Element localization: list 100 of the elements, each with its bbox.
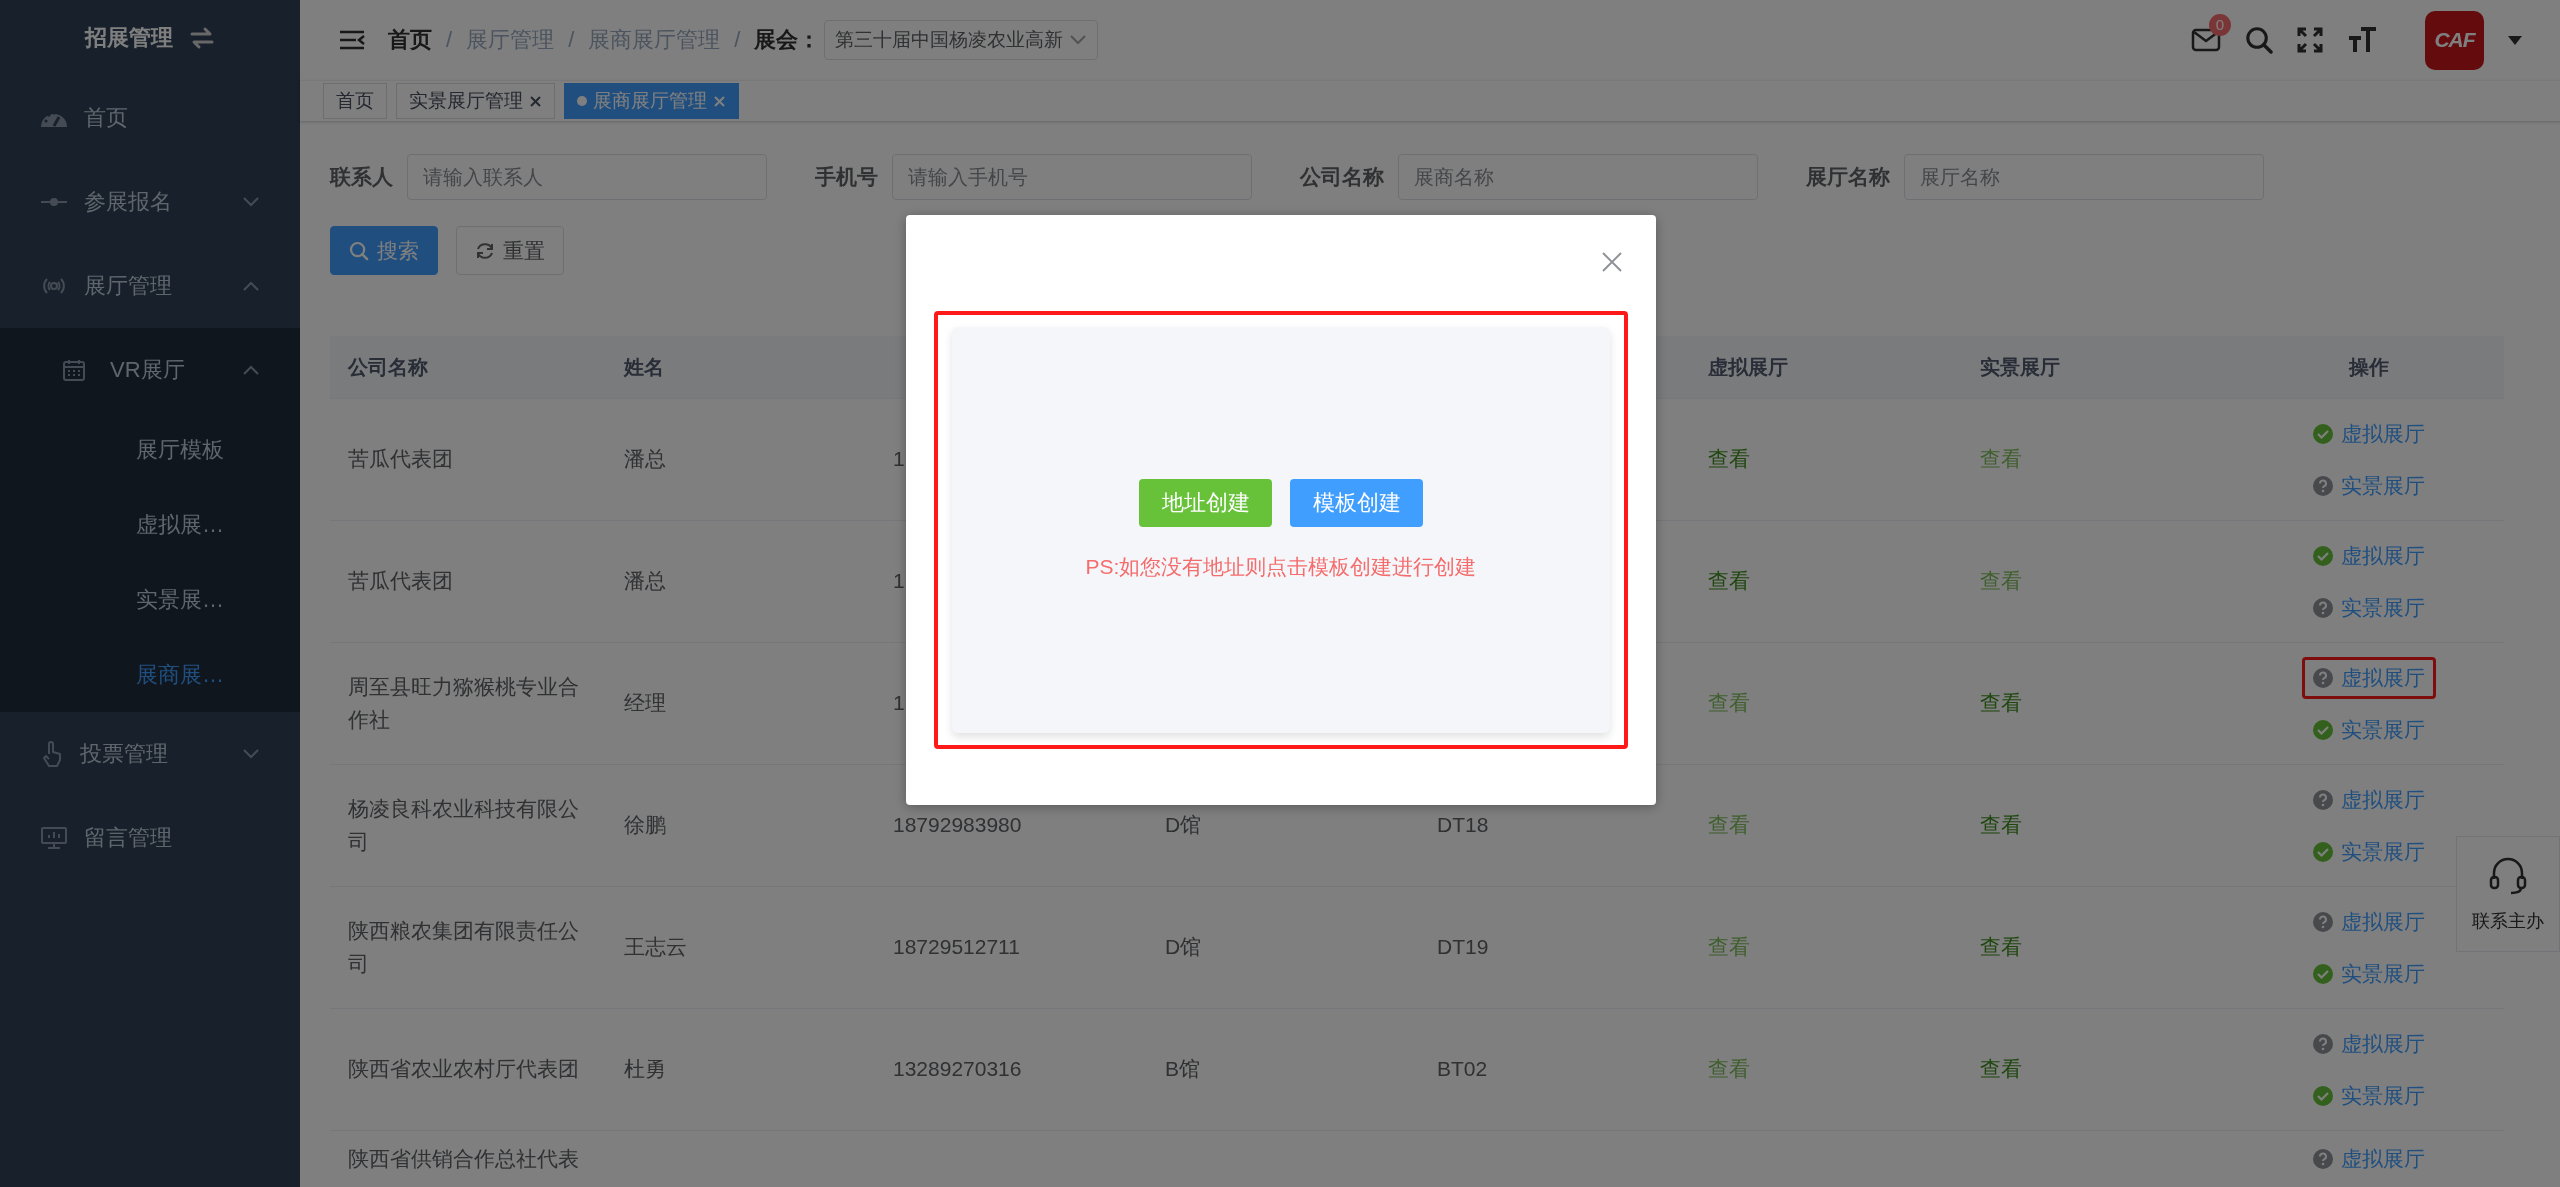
menu-item[interactable]: 展厅管理 <box>0 244 300 328</box>
mail-icon[interactable] <box>2191 28 2221 52</box>
action-link[interactable]: 虚拟展厅 <box>2302 656 2436 699</box>
view-link[interactable]: 查看 <box>1980 809 2022 842</box>
action-link[interactable]: 虚拟展厅 <box>2302 412 2436 455</box>
table-cell-text: 1 <box>893 690 905 717</box>
fullscreen-icon[interactable] <box>2297 27 2323 53</box>
table-cell-text: 1 <box>893 568 905 595</box>
active-dot-icon <box>577 96 587 106</box>
table-cell-text: D馆 <box>1165 934 1202 961</box>
menu-item[interactable]: 展厅模板 <box>0 412 300 487</box>
input-field[interactable]: 请输入联系人 <box>407 154 767 200</box>
action-link[interactable]: 虚拟展厅 <box>2302 900 2436 943</box>
action-link[interactable]: 虚拟展厅 <box>2302 1022 2436 1065</box>
tab[interactable]: 实景展厅管理 <box>396 83 555 119</box>
table-cell-text: 杨凌良科农业科技有限公司 <box>348 795 580 855</box>
view-link[interactable]: 查看 <box>1980 443 2022 476</box>
swap-icon <box>189 26 215 50</box>
input-field[interactable]: 展厅名称 <box>1904 154 2264 200</box>
table-cell-text: 1 <box>893 446 905 473</box>
dot-line-icon <box>40 196 68 208</box>
calendar-icon <box>62 358 86 382</box>
event-select[interactable]: 第三十届中国杨凌农业高新 <box>824 20 1099 60</box>
view-link[interactable]: 查看 <box>1708 809 1750 842</box>
action-link[interactable]: 实景展厅 <box>2302 830 2436 873</box>
close-icon[interactable] <box>529 94 542 108</box>
view-link[interactable]: 查看 <box>1980 565 2022 598</box>
menu-item[interactable]: 虚拟展… <box>0 487 300 562</box>
menu-item[interactable]: 参展报名 <box>0 160 300 244</box>
view-link[interactable]: 查看 <box>1708 443 1750 476</box>
column-header: 虚拟展厅 <box>1707 354 1789 380</box>
field-label: 手机号 <box>815 164 878 190</box>
chevron-down-icon <box>1069 34 1088 46</box>
table-cell-text: 潘总 <box>624 568 666 595</box>
breadcrumb-link[interactable]: 首页 <box>388 25 432 55</box>
search-button[interactable]: 搜索 <box>330 226 438 275</box>
field-label: 联系人 <box>330 164 393 190</box>
tab[interactable]: 展商展厅管理 <box>564 83 739 119</box>
action-link[interactable]: 实景展厅 <box>2302 464 2436 507</box>
column-header: 实景展厅 <box>1979 354 2061 380</box>
table-cell-text: 陕西省农业农村厅代表团 <box>348 1056 579 1083</box>
avatar-logo[interactable]: CAF <box>2425 10 2484 70</box>
table-cell-text: 苦瓜代表团 <box>348 568 453 595</box>
table-cell-text: 经理 <box>624 690 666 717</box>
input-field[interactable]: 展商名称 <box>1398 154 1758 200</box>
menu-item[interactable]: 留言管理 <box>0 796 300 880</box>
table-cell-text: DT18 <box>1437 812 1489 839</box>
tab[interactable]: 首页 <box>323 83 387 119</box>
action-link[interactable]: 虚拟展厅 <box>2302 778 2436 821</box>
action-link[interactable]: 虚拟展厅 <box>2302 534 2436 577</box>
view-link[interactable]: 查看 <box>1980 931 2022 964</box>
breadcrumb-separator: / <box>446 27 453 53</box>
search-icon <box>349 240 369 261</box>
create-button[interactable]: 地址创建 <box>1139 479 1272 527</box>
font-size-icon[interactable] <box>2347 26 2377 54</box>
column-header: 公司名称 <box>346 354 429 380</box>
reset-button[interactable]: 重置 <box>456 226 564 275</box>
menu-item[interactable]: 展商展… <box>0 637 300 712</box>
menu-item[interactable]: VR展厅 <box>0 328 300 412</box>
input-field[interactable]: 请输入手机号 <box>892 154 1252 200</box>
breadcrumb-separator: / <box>568 27 575 53</box>
column-header: 姓名 <box>622 354 665 380</box>
search-icon[interactable] <box>2245 26 2273 54</box>
table-cell-text: 杜勇 <box>624 1056 666 1083</box>
view-link[interactable]: 查看 <box>1980 1053 2022 1086</box>
action-link[interactable]: 实景展厅 <box>2302 1074 2436 1117</box>
headset-icon <box>2488 855 2528 895</box>
contact-panel[interactable]: 联系主办 <box>2456 836 2560 952</box>
table-cell-text: D馆 <box>1165 812 1202 839</box>
action-link[interactable]: 实景展厅 <box>2302 708 2436 751</box>
column-header: 操作 <box>2347 354 2390 380</box>
view-link[interactable]: 查看 <box>1708 1053 1750 1086</box>
action-link[interactable]: 实景展厅 <box>2302 586 2436 629</box>
table-cell-text: 周至县旺力猕猴桃专业合作社 <box>348 673 580 733</box>
menu-item[interactable]: 首页 <box>0 76 300 160</box>
field-label: 公司名称 <box>1300 164 1384 190</box>
view-link[interactable]: 查看 <box>1980 687 2022 720</box>
caret-icon[interactable] <box>2508 35 2522 45</box>
action-link[interactable]: 实景展厅 <box>2302 952 2436 995</box>
monitor-icon <box>40 826 68 850</box>
menu-item[interactable]: 投票管理 <box>0 712 300 796</box>
field-label: 展会： <box>754 26 821 54</box>
view-link[interactable]: 查看 <box>1708 565 1750 598</box>
count-badge: 0 <box>2208 14 2231 36</box>
hint-text: PS:如您没有地址则点击模板创建进行创建 <box>1085 554 1477 580</box>
menu-icon[interactable] <box>338 29 366 51</box>
refresh-icon <box>475 240 495 261</box>
table-cell-text: 陕西粮农集团有限责任公司 <box>348 917 580 977</box>
action-link[interactable]: 虚拟展厅 <box>2302 1138 2436 1180</box>
table-cell-text: 18792983980 <box>893 812 1022 839</box>
menu-item[interactable]: 实景展… <box>0 562 300 637</box>
view-link[interactable]: 查看 <box>1708 687 1750 720</box>
table-cell-text: B馆 <box>1165 1056 1200 1083</box>
close-icon[interactable] <box>1601 251 1623 273</box>
table-cell-text: 王志云 <box>624 934 687 961</box>
create-button[interactable]: 模板创建 <box>1290 479 1423 527</box>
table-cell-text: BT02 <box>1437 1056 1488 1083</box>
view-link[interactable]: 查看 <box>1708 931 1750 964</box>
field-label: 展厅名称 <box>1806 164 1890 190</box>
table-cell-text: DT19 <box>1437 934 1489 961</box>
